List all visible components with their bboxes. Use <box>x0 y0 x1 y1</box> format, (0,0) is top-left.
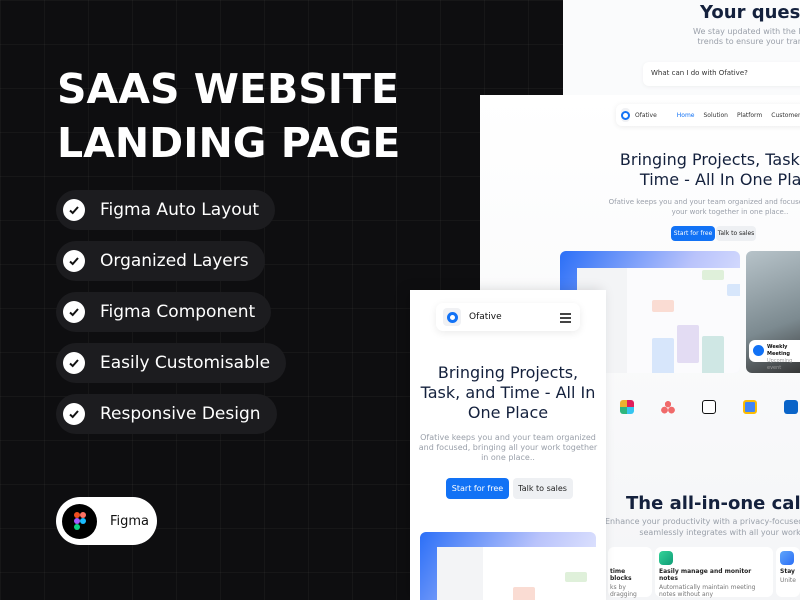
start-free-button[interactable]: Start for free <box>446 478 509 499</box>
brand-logo-icon <box>443 308 461 326</box>
feature-card: Stay Unite <box>776 547 800 597</box>
feature-pill: Figma Auto Layout <box>56 190 276 230</box>
title-line: SAAS WEBSITE <box>57 65 400 113</box>
calendar-sidebar <box>437 547 483 600</box>
mobile-page-preview: Ofative Bringing Projects, Task, and Tim… <box>410 290 606 600</box>
figma-badge: Figma <box>56 497 157 545</box>
outlook-icon <box>784 400 798 414</box>
feature-label: Easily Customisable <box>100 353 271 373</box>
section-title: The all-in-one calendar <box>626 493 800 514</box>
calendar-app <box>437 547 596 600</box>
faq-title: Your question <box>700 2 800 23</box>
calendar-event <box>565 572 587 582</box>
feature-label: Responsive Design <box>100 404 261 424</box>
meeting-notification: Weekly Meeting Upcoming event <box>749 340 800 371</box>
feature-label: Organized Layers <box>100 251 249 271</box>
calendar-event <box>652 300 674 312</box>
feature-pill: Easily Customisable <box>56 343 287 383</box>
feature-pill: Organized Layers <box>56 241 265 281</box>
nav-link[interactable]: Home <box>677 112 695 119</box>
desktop-subtitle: Ofative keeps you and your team organize… <box>608 198 800 216</box>
calendar-event <box>677 325 699 363</box>
faq-page-preview: Your question We stay updated with the l… <box>563 0 800 100</box>
subtitle-line: We stay updated with the latest <box>693 27 800 36</box>
calendar-event <box>702 336 724 373</box>
mobile-subtitle: Ofative keeps you and your team organize… <box>418 433 598 462</box>
check-icon <box>63 352 85 374</box>
feature-list: Figma Auto Layout Organized Layers Figma C… <box>56 190 287 445</box>
brand-name: Ofative <box>635 111 657 119</box>
nav-link[interactable]: Platform <box>737 112 762 119</box>
card-title: Easily manage and monitor notes <box>659 568 752 582</box>
calendar-mockup <box>420 532 596 600</box>
feature-label: Figma Component <box>100 302 256 322</box>
nav-link[interactable]: Customer <box>771 112 800 119</box>
title-line: LANDING PAGE <box>57 119 401 167</box>
card-text: Automatically maintain meeting notes wit… <box>659 584 756 598</box>
talk-sales-button[interactable]: Talk to sales <box>716 226 756 241</box>
nav-link[interactable]: Solution <box>704 112 728 119</box>
feature-card: time blocks ks by dragging <box>608 547 652 598</box>
google-calendar-icon <box>743 400 757 414</box>
start-free-button[interactable]: Start for free <box>671 226 715 241</box>
meeting-title: Weekly Meeting <box>767 344 791 357</box>
card-title: Stay <box>780 568 795 575</box>
integration-logos <box>620 400 798 414</box>
feature-pill: Figma Component <box>56 292 272 332</box>
brand-name: Ofative <box>469 312 502 322</box>
calendar-event <box>727 284 740 296</box>
brand-logo-icon <box>621 108 630 122</box>
card-title: time blocks <box>610 568 632 582</box>
hero-title: SAAS WEBSITE LANDING PAGE <box>57 62 400 170</box>
subtitle-line: Enhance your productivity with a privacy… <box>605 517 800 526</box>
nav-links: HomeSolutionPlatformCustomerPricing <box>677 112 800 119</box>
section-subtitle: Enhance your productivity with a privacy… <box>605 516 800 538</box>
sync-icon <box>780 551 794 565</box>
slack-icon <box>620 400 634 414</box>
subtitle-line: trends to ensure your transac <box>697 37 800 46</box>
check-icon <box>63 403 85 425</box>
talk-sales-button[interactable]: Talk to sales <box>512 478 573 499</box>
faq-item[interactable]: What can I do with Ofative? <box>643 62 800 86</box>
calendar-event <box>652 338 674 373</box>
figma-logo-icon <box>62 503 97 539</box>
subtitle-line: seamlessly integrates with all your work… <box>639 528 800 537</box>
badge-label: Figma <box>110 513 150 529</box>
faq-subtitle: We stay updated with the latesttrends to… <box>693 27 800 47</box>
calendar-event <box>702 270 724 280</box>
notion-icon <box>702 400 716 414</box>
check-icon <box>63 250 85 272</box>
notes-icon <box>659 551 673 565</box>
mobile-navbar: Ofative <box>436 303 580 331</box>
video-icon <box>753 345 764 356</box>
check-icon <box>63 199 85 221</box>
mobile-headline: Bringing Projects, Task, and Time - All … <box>420 363 596 422</box>
menu-icon[interactable] <box>560 313 571 325</box>
desktop-headline: Bringing Projects, Task, and Time - All … <box>619 150 800 189</box>
card-text: Unite <box>780 577 796 584</box>
calendar-event <box>513 587 535 600</box>
feature-pill: Responsive Design <box>56 394 277 434</box>
desktop-navbar: Ofative HomeSolutionPlatformCustomerPric… <box>616 104 800 126</box>
feature-label: Figma Auto Layout <box>100 200 260 220</box>
check-icon <box>63 301 85 323</box>
card-text: ks by dragging <box>610 584 637 598</box>
feature-card: Easily manage and monitor notes Automatic… <box>655 547 773 598</box>
asana-icon <box>661 400 675 414</box>
